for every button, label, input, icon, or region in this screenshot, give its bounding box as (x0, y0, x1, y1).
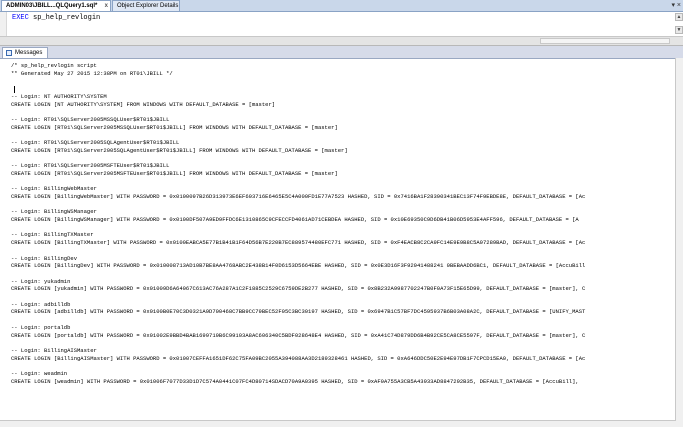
output-line: CREATE LOGIN [BillingWebMaster] WITH PAS… (11, 192, 586, 200)
output-line: CREATE LOGIN [adbilldb] WITH PASSWORD = … (11, 308, 586, 316)
window-controls[interactable]: ▾ × (671, 0, 681, 11)
tab-object-explorer-details[interactable]: Object Explorer Details (112, 0, 180, 11)
output-line: CREATE LOGIN [NT AUTHORITY\SYSTEM] FROM … (11, 100, 276, 108)
editor-scroll-down-icon[interactable]: ▼ (675, 26, 683, 34)
output-line: CREATE LOGIN [BillingAISMaster] WITH PAS… (11, 354, 586, 362)
editor-gutter (0, 12, 7, 36)
messages-output[interactable]: /* sp_help_revlogin script ** Generated M… (6, 60, 676, 420)
output-line: CREATE LOGIN [RT01\SQLServer2005MSSQLUse… (11, 123, 338, 131)
output-line: CREATE LOGIN [BillingTXMaster] WITH PASS… (11, 239, 586, 247)
tab-query-editor-label: ADMIN03\JBILL...QLQuery1.sql* (6, 3, 98, 9)
output-line: -- Login: BillingWSManager (11, 208, 97, 216)
editor-horizontal-scrollbar[interactable] (540, 38, 670, 44)
output-line: CREATE LOGIN [BillingDev] WITH PASSWORD … (11, 262, 586, 270)
output-line: -- Login: portaldb (11, 323, 71, 331)
output-line: ** Generated May 27 2015 12:38PM on RT01… (11, 69, 173, 77)
tab-messages[interactable]: Messages (2, 47, 48, 58)
output-line: -- Login: BillingTXMaster (11, 231, 94, 239)
results-tab-bar: Messages (0, 46, 683, 59)
output-line: CREATE LOGIN [yukadmin] WITH PASSWORD = … (11, 285, 586, 293)
output-line: -- Login: BillingAISMaster (11, 346, 97, 354)
output-horizontal-scrollbar[interactable] (0, 420, 676, 427)
output-line: -- Login: BillingWebMaster (11, 185, 97, 193)
output-line: -- Login: RT01\SQLServer2005SQLAgentUser… (11, 139, 180, 146)
messages-icon (6, 50, 12, 56)
output-line: -- Login: RT01\SQLServer2005MSFTEUser$RT… (11, 162, 170, 170)
output-line: -- Login: weadmin (11, 370, 68, 377)
document-tab-strip: ADMIN03\JBILL...QLQuery1.sql* x Object E… (0, 0, 683, 12)
exec-keyword: EXEC (12, 14, 29, 22)
output-line: /* sp_help_revlogin script (11, 62, 97, 69)
procedure-name: sp_help_revlogin (33, 14, 101, 22)
output-line: -- Login: yukadmin (11, 277, 71, 285)
output-line: CREATE LOGIN [portaldb] WITH PASSWORD = … (11, 331, 586, 339)
close-tab-icon[interactable]: x (105, 1, 108, 12)
output-line: CREATE LOGIN [BillingWSManager] WITH PAS… (11, 216, 579, 223)
output-line: CREATE LOGIN [RT01\SQLServer2005SQLAgent… (11, 146, 348, 154)
query-line: EXEC sp_help_revlogin (12, 14, 100, 22)
output-line: -- Login: adbilldb (11, 300, 71, 308)
tab-messages-label: Messages (15, 50, 43, 56)
editor-scroll-up-icon[interactable]: ▲ (675, 13, 683, 21)
tab-query-editor[interactable]: ADMIN03\JBILL...QLQuery1.sql* x (1, 0, 111, 11)
query-editor[interactable]: EXEC sp_help_revlogin ▲ ▼ (0, 12, 683, 37)
output-line: -- Login: NT AUTHORITY\SYSTEM (11, 92, 107, 100)
output-line: CREATE LOGIN [RT01\SQLServer2005MSFTEUse… (11, 169, 338, 177)
output-line: -- Login: RT01\SQLServer2005MSSQLUser$RT… (11, 115, 170, 123)
output-line: CREATE LOGIN [weadmin] WITH PASSWORD = 0… (11, 377, 579, 385)
tab-object-explorer-details-label: Object Explorer Details (117, 3, 179, 9)
output-vertical-scrollbar[interactable] (675, 58, 683, 427)
output-line: -- Login: BillingDev (11, 254, 78, 262)
